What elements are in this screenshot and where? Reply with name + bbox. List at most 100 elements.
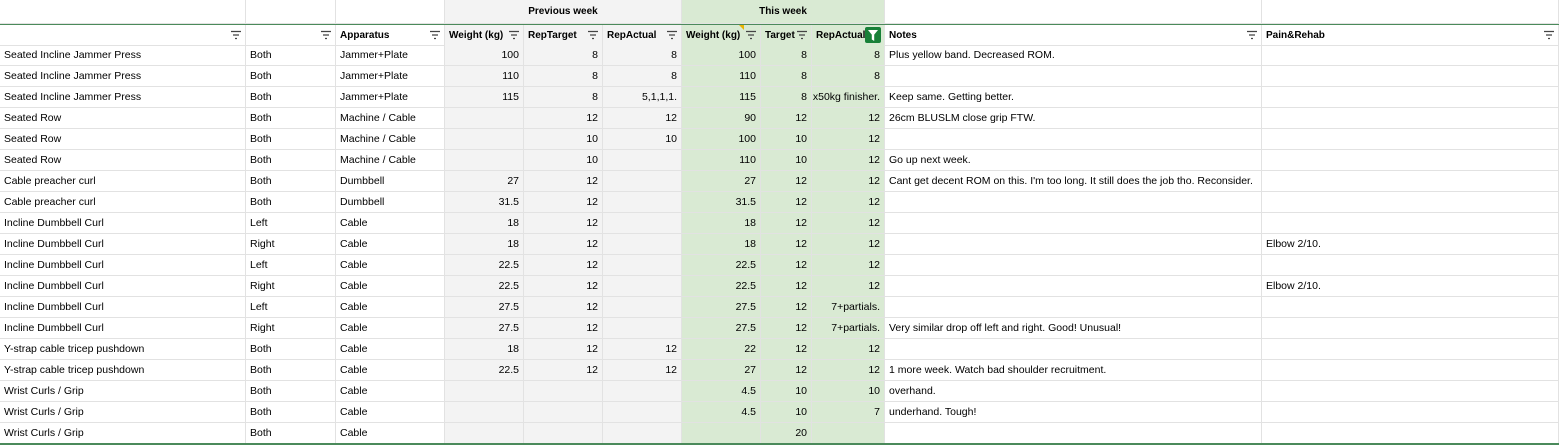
cell-this-weight[interactable]: 90: [682, 108, 761, 129]
cell-this-weight[interactable]: 115: [682, 87, 761, 108]
cell-this-weight[interactable]: 27.5: [682, 318, 761, 339]
cell-exercise[interactable]: Incline Dumbbell Curl: [0, 255, 246, 276]
cell-apparatus[interactable]: Machine / Cable: [336, 108, 445, 129]
cell-prev-weight[interactable]: 18: [445, 213, 524, 234]
cell-this-rep-actual[interactable]: 7+partials.: [812, 318, 885, 339]
cell-prev-rep-actual[interactable]: 12: [603, 108, 682, 129]
cell-prev-rep-target[interactable]: [524, 381, 603, 402]
cell-notes[interactable]: underhand. Tough!: [885, 402, 1262, 423]
cell-this-target[interactable]: 8: [761, 87, 812, 108]
cell-apparatus[interactable]: Machine / Cable: [336, 150, 445, 171]
cell-this-rep-actual[interactable]: 12: [812, 234, 885, 255]
cell-this-rep-actual[interactable]: 12: [812, 171, 885, 192]
cell-prev-weight[interactable]: [445, 150, 524, 171]
cell-pain-rehab[interactable]: [1262, 87, 1559, 108]
cell-prev-rep-target[interactable]: 12: [524, 255, 603, 276]
cell-prev-weight[interactable]: 27: [445, 171, 524, 192]
cell-this-rep-actual[interactable]: 10: [812, 381, 885, 402]
cell-side[interactable]: Both: [246, 66, 336, 87]
cell-this-target[interactable]: 8: [761, 66, 812, 87]
cell-notes[interactable]: [885, 339, 1262, 360]
cell-this-target[interactable]: 10: [761, 381, 812, 402]
cell-this-target[interactable]: 10: [761, 150, 812, 171]
cell-pain-rehab[interactable]: [1262, 171, 1559, 192]
cell-prev-rep-target[interactable]: 12: [524, 213, 603, 234]
cell-apparatus[interactable]: Cable: [336, 297, 445, 318]
group-header-previous-week[interactable]: Previous week: [445, 0, 682, 24]
cell-this-rep-actual[interactable]: 12: [812, 192, 885, 213]
cell-apparatus[interactable]: Dumbbell: [336, 192, 445, 213]
cell-this-rep-actual[interactable]: 8: [812, 45, 885, 66]
cell-apparatus[interactable]: Cable: [336, 213, 445, 234]
cell-prev-weight[interactable]: 18: [445, 234, 524, 255]
cell-prev-weight[interactable]: [445, 423, 524, 444]
cell-prev-rep-actual[interactable]: [603, 318, 682, 339]
cell-side[interactable]: Both: [246, 108, 336, 129]
cell-side[interactable]: Both: [246, 381, 336, 402]
cell-exercise[interactable]: Incline Dumbbell Curl: [0, 213, 246, 234]
cell-pain-rehab[interactable]: [1262, 360, 1559, 381]
cell-pain-rehab[interactable]: [1262, 192, 1559, 213]
cell-prev-rep-actual[interactable]: 12: [603, 360, 682, 381]
cell-this-rep-actual[interactable]: 12: [812, 150, 885, 171]
cell-this-target[interactable]: 10: [761, 129, 812, 150]
cell-this-target[interactable]: 12: [761, 339, 812, 360]
cell-notes[interactable]: [885, 276, 1262, 297]
cell-this-rep-actual[interactable]: 12: [812, 339, 885, 360]
cell-prev-weight[interactable]: [445, 381, 524, 402]
cell-prev-weight[interactable]: 110: [445, 66, 524, 87]
column-header-notes[interactable]: Notes: [885, 25, 1262, 46]
cell-prev-weight[interactable]: 27.5: [445, 318, 524, 339]
cell-prev-rep-actual[interactable]: [603, 213, 682, 234]
cell-exercise[interactable]: Incline Dumbbell Curl: [0, 318, 246, 339]
cell-apparatus[interactable]: Cable: [336, 360, 445, 381]
cell-this-weight[interactable]: 27: [682, 360, 761, 381]
cell-exercise[interactable]: Wrist Curls / Grip: [0, 402, 246, 423]
cell-notes[interactable]: [885, 129, 1262, 150]
cell-side[interactable]: Both: [246, 45, 336, 66]
cell-notes[interactable]: [885, 213, 1262, 234]
cell-notes[interactable]: Very similar drop off left and right. Go…: [885, 318, 1262, 339]
cell-pain-rehab[interactable]: [1262, 150, 1559, 171]
cell-this-rep-actual[interactable]: 8: [812, 66, 885, 87]
cell-this-weight[interactable]: 4.5: [682, 402, 761, 423]
cell-notes[interactable]: Cant get decent ROM on this. I'm too lon…: [885, 171, 1262, 192]
cell-prev-rep-target[interactable]: 8: [524, 87, 603, 108]
cell-apparatus[interactable]: Cable: [336, 402, 445, 423]
column-header-exercise[interactable]: [0, 25, 246, 46]
cell-this-target[interactable]: 12: [761, 318, 812, 339]
cell-prev-rep-target[interactable]: 10: [524, 150, 603, 171]
cell-this-target[interactable]: 12: [761, 171, 812, 192]
cell-prev-rep-target[interactable]: 12: [524, 339, 603, 360]
cell-side[interactable]: Left: [246, 255, 336, 276]
cell-this-target[interactable]: 12: [761, 276, 812, 297]
filter-icon[interactable]: [796, 30, 808, 40]
cell-prev-weight[interactable]: [445, 129, 524, 150]
cell-this-weight[interactable]: 27.5: [682, 297, 761, 318]
filter-icon[interactable]: [587, 30, 599, 40]
cell-pain-rehab[interactable]: [1262, 423, 1559, 444]
cell-side[interactable]: Both: [246, 339, 336, 360]
cell-prev-rep-target[interactable]: 8: [524, 45, 603, 66]
cell-apparatus[interactable]: Cable: [336, 234, 445, 255]
filter-icon[interactable]: [320, 30, 332, 40]
cell-side[interactable]: Both: [246, 360, 336, 381]
cell-prev-weight[interactable]: [445, 402, 524, 423]
cell-side[interactable]: Both: [246, 402, 336, 423]
cell-exercise[interactable]: Cable preacher curl: [0, 192, 246, 213]
cell-prev-rep-actual[interactable]: [603, 192, 682, 213]
cell-pain-rehab[interactable]: Elbow 2/10.: [1262, 234, 1559, 255]
cell-prev-weight[interactable]: 31.5: [445, 192, 524, 213]
cell-exercise[interactable]: Incline Dumbbell Curl: [0, 234, 246, 255]
cell-notes[interactable]: [885, 66, 1262, 87]
cell-prev-rep-actual[interactable]: [603, 423, 682, 444]
cell-side[interactable]: Both: [246, 423, 336, 444]
column-header-side[interactable]: [246, 25, 336, 46]
cell-prev-rep-target[interactable]: 12: [524, 360, 603, 381]
cell-this-weight[interactable]: 31.5: [682, 192, 761, 213]
cell-exercise[interactable]: Seated Incline Jammer Press: [0, 45, 246, 66]
group-header-this-week[interactable]: This week: [682, 0, 885, 24]
cell-prev-rep-actual[interactable]: 10: [603, 129, 682, 150]
filter-icon[interactable]: [1246, 30, 1258, 40]
filter-icon[interactable]: [745, 30, 757, 40]
